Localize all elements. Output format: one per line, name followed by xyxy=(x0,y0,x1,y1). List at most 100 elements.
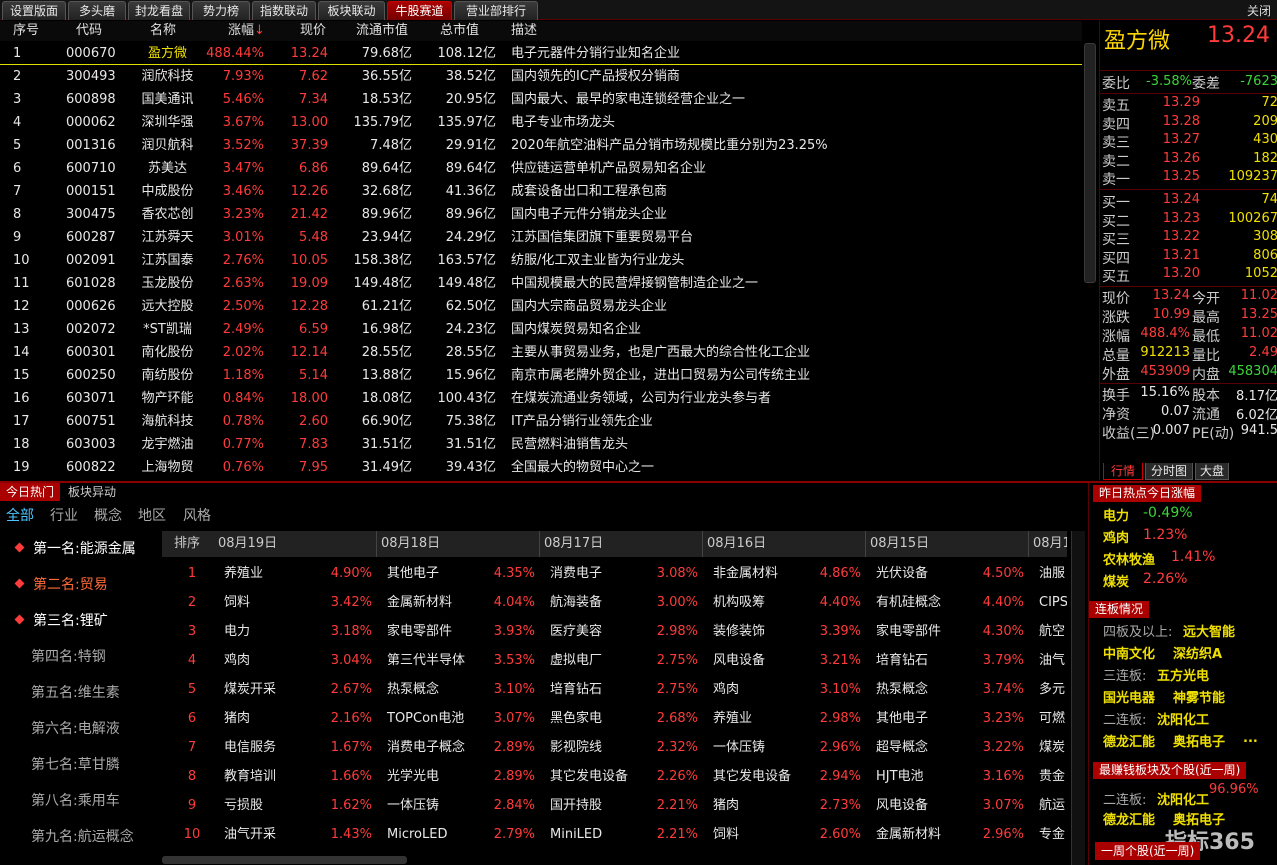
sector-name[interactable]: 鸡肉 xyxy=(224,646,250,675)
grid-hscrollbar[interactable] xyxy=(162,856,407,864)
sector-name[interactable]: 有机硅概念 xyxy=(876,588,941,617)
top-tab-0[interactable]: 设置版面 xyxy=(2,1,66,20)
stock-row[interactable]: 14 600301 南化股份 2.02% 12.14 28.55亿 28.55亿 主要从事贸易… xyxy=(0,341,1082,364)
sector-name[interactable]: 贵金 xyxy=(1039,762,1065,791)
sector-name[interactable]: 国开持股 xyxy=(550,791,602,820)
stock-row[interactable]: 7 000151 中成股份 3.46% 12.26 32.68亿 41.36亿 成套设备出口和… xyxy=(0,180,1082,203)
category-tab-0[interactable]: 全部 xyxy=(6,505,34,525)
sector-name[interactable]: 教育培训 xyxy=(224,762,276,791)
sector-name[interactable]: MicroLED xyxy=(387,820,447,849)
sector-name[interactable]: 航运 xyxy=(1039,791,1065,820)
hot-sector-name[interactable]: 农林牧渔 xyxy=(1103,549,1155,568)
sector-name[interactable]: 黑色家电 xyxy=(550,704,602,733)
limit-stock[interactable]: 沈阳化工 xyxy=(1157,709,1209,728)
sector-name[interactable]: 多元 xyxy=(1039,675,1065,704)
rank-item[interactable]: 第六名:电解液 xyxy=(0,711,160,747)
sector-name[interactable]: 其他电子 xyxy=(387,559,439,588)
earn-stock[interactable]: 德龙汇能 xyxy=(1103,809,1155,828)
stock-row[interactable]: 13 002072 *ST凯瑞 2.49% 6.59 16.98亿 24.23亿 国内煤炭贸易… xyxy=(0,318,1082,341)
top-tab-7[interactable]: 营业部排行 xyxy=(454,1,538,20)
rank-item[interactable]: 第七名:草甘膦 xyxy=(0,747,160,783)
stock-row[interactable]: 2 300493 润欣科技 7.93% 7.62 36.55亿 38.52亿 国内领先的IC产… xyxy=(0,65,1082,88)
col-code-header[interactable]: 代码 xyxy=(76,21,103,41)
earn-title[interactable]: 最赚钱板块及个股(近一周) xyxy=(1093,762,1247,779)
stock-row[interactable]: 12 000626 远大控股 2.50% 12.28 61.21亿 62.50亿 国内大宗商品… xyxy=(0,295,1082,318)
weekly-stocks-bar[interactable]: 一周个股(近一周) xyxy=(1095,842,1201,860)
grid-vscrollbar[interactable] xyxy=(1071,531,1085,865)
sector-name[interactable]: 养殖业 xyxy=(713,704,752,733)
earn-stock[interactable]: 沈阳化工 xyxy=(1157,789,1209,808)
sector-name[interactable]: 猪肉 xyxy=(713,791,739,820)
date-header[interactable]: 08月19日 xyxy=(218,531,277,557)
stock-row[interactable]: 8 300475 香农芯创 3.23% 21.42 89.96亿 89.96亿 国内电子元件分… xyxy=(0,203,1082,226)
sector-name[interactable]: 亏损股 xyxy=(224,791,263,820)
stock-row[interactable]: 1 000670 盈方微 488.44% 13.24 79.68亿 108.12亿 电子元器件… xyxy=(0,42,1082,65)
hot-sector-name[interactable]: 电力 xyxy=(1103,505,1129,524)
sector-name[interactable]: 鸡肉 xyxy=(713,675,739,704)
sector-name[interactable]: 猪肉 xyxy=(224,704,250,733)
sector-name[interactable]: 其它发电设备 xyxy=(713,762,791,791)
sector-name[interactable]: 家电零部件 xyxy=(876,617,941,646)
sector-name[interactable]: 第三代半导体 xyxy=(387,646,465,675)
stock-row[interactable]: 10 002091 江苏国泰 2.76% 10.05 158.38亿 163.57亿 纺服/化… xyxy=(0,249,1082,272)
date-header[interactable]: 08月1 xyxy=(1033,531,1067,557)
close-button[interactable]: 关闭 xyxy=(1247,2,1271,19)
top-tab-5[interactable]: 板块联动 xyxy=(318,1,385,20)
sector-name[interactable]: 煤炭 xyxy=(1039,733,1065,762)
sector-name[interactable]: 热泵概念 xyxy=(387,675,439,704)
sector-name[interactable]: 金属新材料 xyxy=(876,820,941,849)
sector-name[interactable]: 医疗美容 xyxy=(550,617,602,646)
col-desc-header[interactable]: 描述 xyxy=(511,21,538,41)
sector-name[interactable]: MiniLED xyxy=(550,820,602,849)
sector-name[interactable]: CIPS xyxy=(1039,588,1067,617)
rank-item[interactable]: 第三名:锂矿 xyxy=(0,603,160,639)
sector-name[interactable]: 装修装饰 xyxy=(713,617,765,646)
sector-name[interactable]: HJT电池 xyxy=(876,762,924,791)
sector-name[interactable]: 风电设备 xyxy=(876,791,928,820)
stock-row[interactable]: 6 600710 苏美达 3.47% 6.86 89.64亿 89.64亿 供应链运营单机产品… xyxy=(0,157,1082,180)
sector-name[interactable]: 可燃 xyxy=(1039,704,1065,733)
sector-name[interactable]: 非金属材料 xyxy=(713,559,778,588)
rank-item[interactable]: 第八名:乘用车 xyxy=(0,783,160,819)
hot-yesterday-title[interactable]: 昨日热点今日涨幅 xyxy=(1093,485,1202,502)
sector-name[interactable]: 其它发电设备 xyxy=(550,762,628,791)
top-tab-3[interactable]: 势力榜 xyxy=(192,1,250,20)
category-tab-4[interactable]: 风格 xyxy=(183,505,211,525)
sector-name[interactable]: 油气开采 xyxy=(224,820,276,849)
limit-stock[interactable]: 中南文化 xyxy=(1103,643,1155,662)
quote-tab-1[interactable]: 分时图 xyxy=(1145,463,1193,480)
limit-stock[interactable]: 奥拓电子 xyxy=(1173,731,1225,750)
limit-up-title[interactable]: 连板情况 xyxy=(1089,601,1150,618)
sector-name[interactable]: 风电设备 xyxy=(713,646,765,675)
sector-name[interactable]: 航海装备 xyxy=(550,588,602,617)
top-tab-2[interactable]: 封龙看盘 xyxy=(128,1,190,20)
sector-name[interactable]: 油服 xyxy=(1039,559,1065,588)
sector-name[interactable]: 热泵概念 xyxy=(876,675,928,704)
rank-item[interactable]: 第二名:贸易 xyxy=(0,567,160,603)
quote-tab-0[interactable]: 行情 xyxy=(1103,463,1143,480)
date-header[interactable]: 08月18日 xyxy=(381,531,440,557)
stock-row[interactable]: 18 603003 龙宇燃油 0.77% 7.83 31.51亿 31.51亿 民营燃料油销售… xyxy=(0,433,1082,456)
sector-name[interactable]: 饲料 xyxy=(713,820,739,849)
rank-item[interactable]: 第五名:维生素 xyxy=(0,675,160,711)
stock-row[interactable]: 19 600822 上海物贸 0.76% 7.95 31.49亿 39.43亿 全国最大的物贸… xyxy=(0,456,1082,479)
sector-name[interactable]: 消费电子 xyxy=(550,559,602,588)
category-tab-2[interactable]: 概念 xyxy=(94,505,122,525)
limit-stock[interactable]: 五方光电 xyxy=(1157,665,1209,684)
sector-name[interactable]: 电信服务 xyxy=(224,733,276,762)
rank-item[interactable]: 第一名:能源金属 xyxy=(0,531,160,567)
stock-row[interactable]: 3 600898 国美通讯 5.46% 7.34 18.53亿 20.95亿 国内最大、最早的… xyxy=(0,88,1082,111)
sector-name[interactable]: 光伏设备 xyxy=(876,559,928,588)
top-tab-1[interactable]: 多头磨 xyxy=(68,1,126,20)
stock-row[interactable]: 16 603071 物产环能 0.84% 18.00 18.08亿 100.43亿 在煤炭流通… xyxy=(0,387,1082,410)
hot-subtab-1[interactable]: 板块异动 xyxy=(62,483,122,501)
sector-name[interactable]: 专金 xyxy=(1039,820,1065,849)
sector-name[interactable]: 饲料 xyxy=(224,588,250,617)
col-totalcap-header[interactable]: 总市值 xyxy=(440,21,480,41)
sector-name[interactable]: 消费电子概念 xyxy=(387,733,465,762)
sector-name[interactable]: 虚拟电厂 xyxy=(550,646,602,675)
col-price-header[interactable]: 现价 xyxy=(300,21,327,41)
top-tab-6[interactable]: 牛股赛道 xyxy=(387,1,452,20)
col-floatcap-header[interactable]: 流通市值 xyxy=(356,21,409,41)
sector-name[interactable]: 电力 xyxy=(224,617,250,646)
